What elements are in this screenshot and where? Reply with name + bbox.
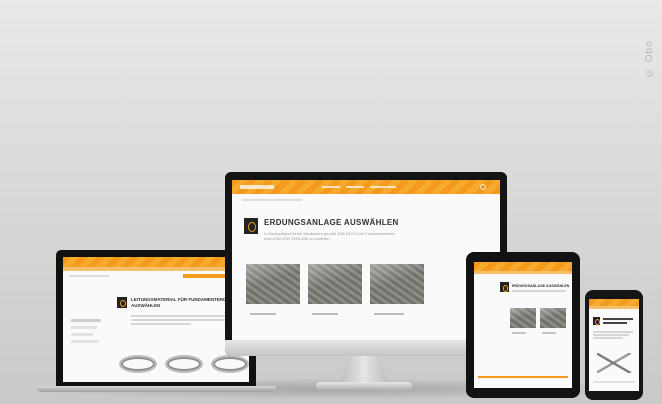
monitor-nav-item[interactable]: [346, 186, 364, 188]
tablet-footer-line: [478, 376, 568, 378]
laptop-product-coil[interactable]: [119, 355, 157, 373]
laptop-base: [36, 386, 276, 392]
laptop-product-coil[interactable]: [165, 355, 203, 373]
copyright-watermark: © Obo: [644, 40, 655, 78]
monitor-nav-item[interactable]: [322, 186, 340, 188]
laptop-subbar: [63, 267, 249, 271]
phone-screen: [589, 299, 639, 391]
tablet-product-photo-2[interactable]: [540, 308, 566, 328]
laptop-filter-panel: [71, 319, 107, 355]
laptop-text-line: [131, 319, 235, 321]
phone-text-line: [593, 381, 635, 383]
monitor-heading: ERDUNGSANLAGE AUSWÄHLEN: [264, 218, 399, 227]
phone-text-line: [593, 337, 623, 339]
monitor-breadcrumb: [242, 199, 302, 201]
phone-subbar: [589, 306, 639, 309]
monitor-header-bar: [232, 180, 500, 194]
monitor-product-photo-3[interactable]: [370, 264, 424, 304]
phone-header-bar: [589, 299, 639, 306]
monitor-nav-item[interactable]: [370, 186, 396, 188]
monitor-screen: ERDUNGSANLAGE AUSWÄHLEN In Deutschland i…: [232, 180, 500, 340]
laptop-breadcrumb: [69, 275, 109, 277]
laptop-text-line: [131, 323, 191, 325]
search-icon[interactable]: [480, 184, 486, 190]
phone-heading: [603, 318, 633, 320]
phone-text-line: [593, 334, 629, 336]
tablet-logo-icon: [500, 282, 509, 292]
tablet-subbar: [474, 271, 572, 274]
tablet-photo-caption: [512, 332, 526, 334]
monitor-photo-caption-2: [312, 313, 338, 315]
tablet-product-photo-1[interactable]: [510, 308, 536, 328]
laptop-product-coil[interactable]: [211, 355, 249, 373]
monitor-product-photo-1[interactable]: [246, 264, 300, 304]
tablet-photo-caption: [542, 332, 556, 334]
monitor-intro-line2: nach DIN VDE 0100-540 zu erstellen.: [264, 236, 331, 241]
monitor-photo-caption-1: [250, 313, 276, 315]
monitor-chin: [225, 340, 507, 356]
tablet-screen: ERDUNGSANLAGE AUSWÄHLEN: [474, 262, 572, 388]
monitor-photo-caption-3: [374, 313, 404, 315]
monitor-product-photo-2[interactable]: [308, 264, 362, 304]
phone-text-line: [593, 331, 633, 333]
tablet-heading: ERDUNGSANLAGE AUSWÄHLEN: [512, 284, 570, 288]
laptop-screen: LEITUNGSMATERIAL FÜR FUNDAMENTERDER AUSW…: [63, 257, 249, 382]
phone-logo-icon: [593, 317, 600, 325]
phone-product-image[interactable]: [597, 353, 631, 373]
tablet-header-bar: [474, 262, 572, 271]
monitor-stand-neck: [340, 356, 388, 384]
phone-heading: [603, 322, 627, 324]
monitor-logo-text: [240, 185, 274, 189]
laptop-logo-icon: [117, 297, 127, 308]
laptop-header-bar: [63, 257, 249, 267]
tablet-text-line: [512, 290, 566, 292]
monitor-stand-foot: [316, 382, 412, 390]
monitor-logo-icon: [244, 218, 258, 234]
